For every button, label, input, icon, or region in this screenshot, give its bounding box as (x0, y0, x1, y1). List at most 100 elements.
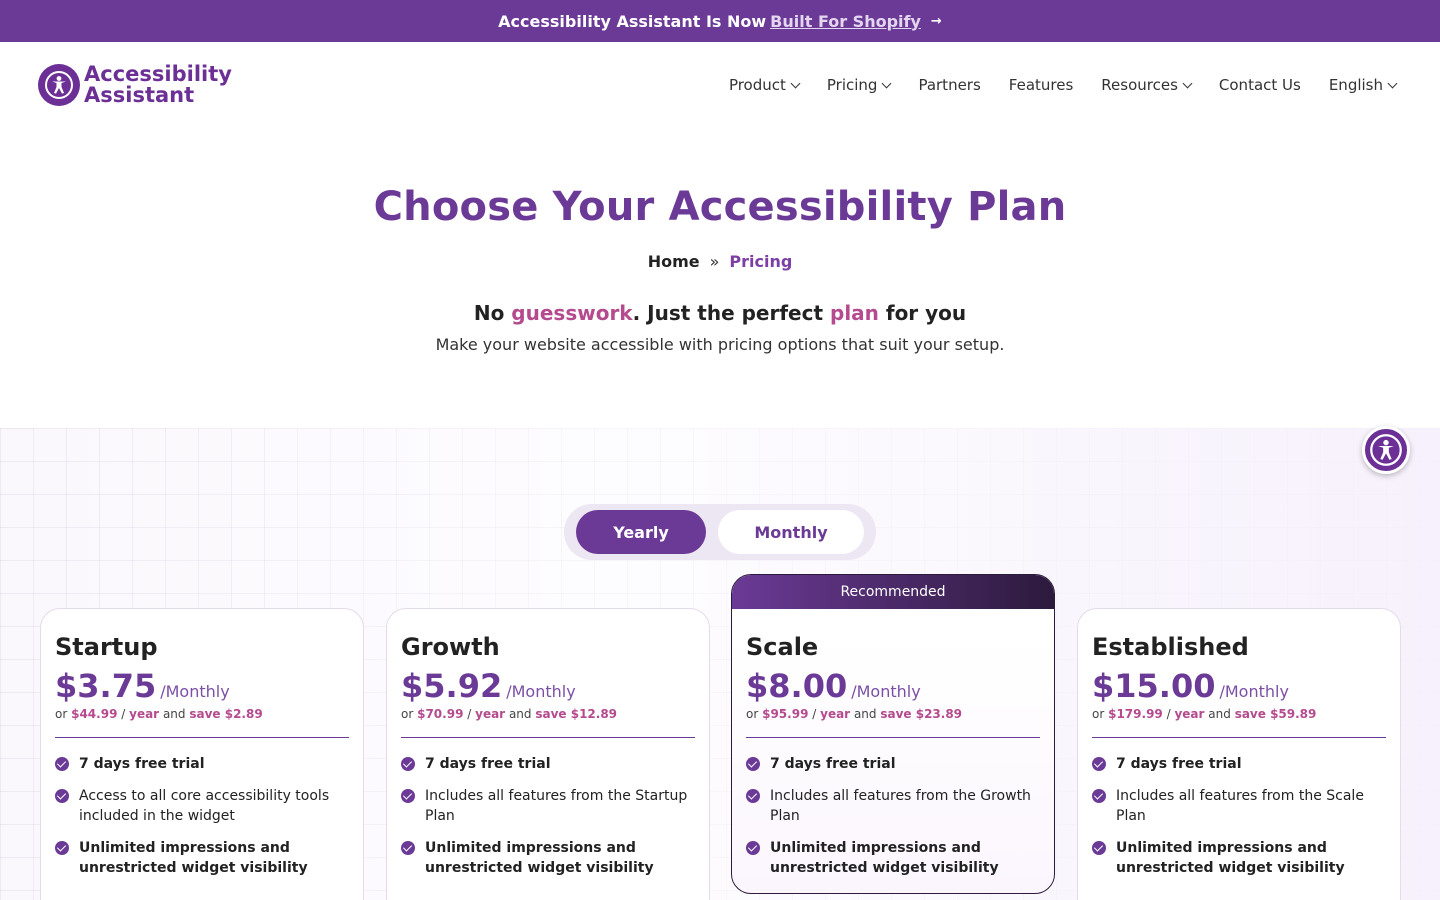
chevron-down-icon (1387, 78, 1398, 88)
toggle-yearly[interactable]: Yearly (576, 510, 706, 554)
nav-contact-label: Contact Us (1218, 76, 1301, 94)
price-row: $8.00 /Monthly (746, 667, 1040, 705)
breadcrumb: Home » Pricing (0, 252, 1440, 271)
nav-pricing-label: Pricing (826, 76, 878, 94)
yearly-price-note: or $179.99 / year and save $59.89 (1092, 707, 1386, 721)
tagline-highlight-plan: plan (830, 301, 879, 325)
price-period: /Monthly (851, 682, 921, 701)
tagline-highlight-guesswork: guesswork (511, 301, 633, 325)
feature-text: Unlimited impressions and unrestricted w… (770, 840, 999, 876)
check-circle-icon (401, 841, 415, 855)
or-text: or (746, 707, 759, 721)
nav-features-label: Features (1008, 76, 1074, 94)
slash-text: / (1166, 707, 1171, 721)
year-text: year (1174, 707, 1205, 721)
accessibility-person-icon (1370, 434, 1402, 466)
plan-card-established: Established $15.00 /Monthly or $179.99 /… (1077, 608, 1401, 900)
plan-name: Growth (401, 633, 500, 661)
nav-product[interactable]: Product (729, 76, 801, 94)
logo-line-2: Assistant (84, 83, 195, 107)
announcement-bar: Accessibility Assistant Is Now Built For… (0, 0, 1440, 42)
yearly-price: $95.99 (762, 707, 809, 721)
nav-partners[interactable]: Partners (918, 76, 980, 94)
toggle-monthly[interactable]: Monthly (718, 510, 864, 554)
check-circle-icon (746, 789, 760, 803)
tagline-part-2: . Just the perfect (632, 301, 830, 325)
divider (746, 737, 1040, 738)
plan-card-growth: Growth $5.92 /Monthly or $70.99 / year a… (386, 608, 710, 900)
yearly-price-note: or $44.99 / year and save $2.89 (55, 707, 349, 721)
announcement-text: Accessibility Assistant Is Now (498, 11, 767, 31)
feature-text: Includes all features from the Startup P… (425, 788, 688, 824)
language-label: English (1328, 76, 1383, 94)
hero-subtitle: Make your website accessible with pricin… (435, 335, 1005, 354)
plan-price: $15.00 (1092, 667, 1216, 705)
savings-text: save $2.89 (189, 707, 263, 721)
feature-item: Includes all features from the Growth Pl… (746, 786, 1040, 826)
page-title: Choose Your Accessibility Plan (373, 184, 1067, 230)
slash-text: / (121, 707, 126, 721)
and-text: and (1208, 707, 1231, 721)
feature-list: 7 days free trial Includes all features … (401, 754, 695, 878)
tagline-part-1: No (473, 301, 512, 325)
billing-toggle: Yearly Monthly (564, 504, 876, 560)
nav-contact-us[interactable]: Contact Us (1219, 76, 1301, 94)
breadcrumb-separator: » (709, 252, 720, 271)
language-selector[interactable]: English (1328, 76, 1398, 94)
plan-name: Startup (55, 633, 158, 661)
plan-name: Scale (746, 633, 819, 661)
price-row: $3.75 /Monthly (55, 667, 349, 705)
logo[interactable]: Accessibility Assistant (38, 64, 232, 106)
check-circle-icon (55, 757, 69, 771)
check-circle-icon (401, 757, 415, 771)
savings-text: save $12.89 (535, 707, 618, 721)
recommended-badge: Recommended (732, 575, 1054, 609)
built-for-shopify-link[interactable]: Built For Shopify (770, 12, 921, 31)
and-text: and (853, 707, 877, 721)
check-circle-icon (746, 757, 760, 771)
slash-text: / (812, 707, 817, 721)
feature-item: 7 days free trial (55, 754, 349, 774)
plan-price: $8.00 (746, 667, 848, 705)
year-text: year (129, 707, 160, 721)
plan-card-startup: Startup $3.75 /Monthly or $44.99 / year … (40, 608, 364, 900)
divider (55, 737, 349, 738)
feature-item: Includes all features from the Startup P… (401, 786, 695, 826)
nav-resources[interactable]: Resources (1101, 76, 1193, 94)
feature-item: Unlimited impressions and unrestricted w… (746, 838, 1040, 878)
breadcrumb-home[interactable]: Home (648, 252, 700, 271)
nav-partners-label: Partners (918, 76, 981, 94)
plan-card-scale: Recommended Scale $8.00 /Monthly or $95.… (731, 574, 1055, 894)
check-circle-icon (1092, 757, 1106, 771)
site-header: Accessibility Assistant Product Pricing … (0, 42, 1440, 128)
plan-name: Established (1092, 633, 1249, 661)
year-text: year (820, 707, 851, 721)
price-row: $15.00 /Monthly (1092, 667, 1386, 705)
feature-item: Unlimited impressions and unrestricted w… (1092, 838, 1386, 878)
feature-item: Unlimited impressions and unrestricted w… (55, 838, 349, 878)
accessibility-widget-button[interactable] (1362, 426, 1410, 474)
or-text: or (401, 707, 414, 721)
check-circle-icon (746, 841, 760, 855)
feature-text: Unlimited impressions and unrestricted w… (79, 840, 308, 876)
feature-item: Access to all core accessibility tools i… (55, 786, 349, 826)
feature-text: 7 days free trial (770, 756, 896, 772)
nav-resources-label: Resources (1101, 76, 1178, 94)
feature-list: 7 days free trial Includes all features … (746, 754, 1040, 878)
nav-features[interactable]: Features (1009, 76, 1074, 94)
logo-line-1: Accessibility (84, 62, 232, 86)
divider (1092, 737, 1386, 738)
feature-text: Includes all features from the Growth Pl… (770, 788, 1031, 824)
savings-text: save $59.89 (1234, 707, 1317, 721)
price-period: /Monthly (506, 682, 576, 701)
breadcrumb-current: Pricing (729, 252, 793, 271)
feature-text: Unlimited impressions and unrestricted w… (425, 840, 654, 876)
nav-pricing[interactable]: Pricing (826, 76, 892, 94)
check-circle-icon (55, 841, 69, 855)
and-text: and (162, 707, 186, 721)
chevron-down-icon (882, 78, 892, 88)
feature-text: Includes all features from the Scale Pla… (1116, 788, 1364, 824)
feature-text: Access to all core accessibility tools i… (79, 788, 330, 824)
or-text: or (55, 707, 68, 721)
feature-text: 7 days free trial (1116, 756, 1242, 772)
